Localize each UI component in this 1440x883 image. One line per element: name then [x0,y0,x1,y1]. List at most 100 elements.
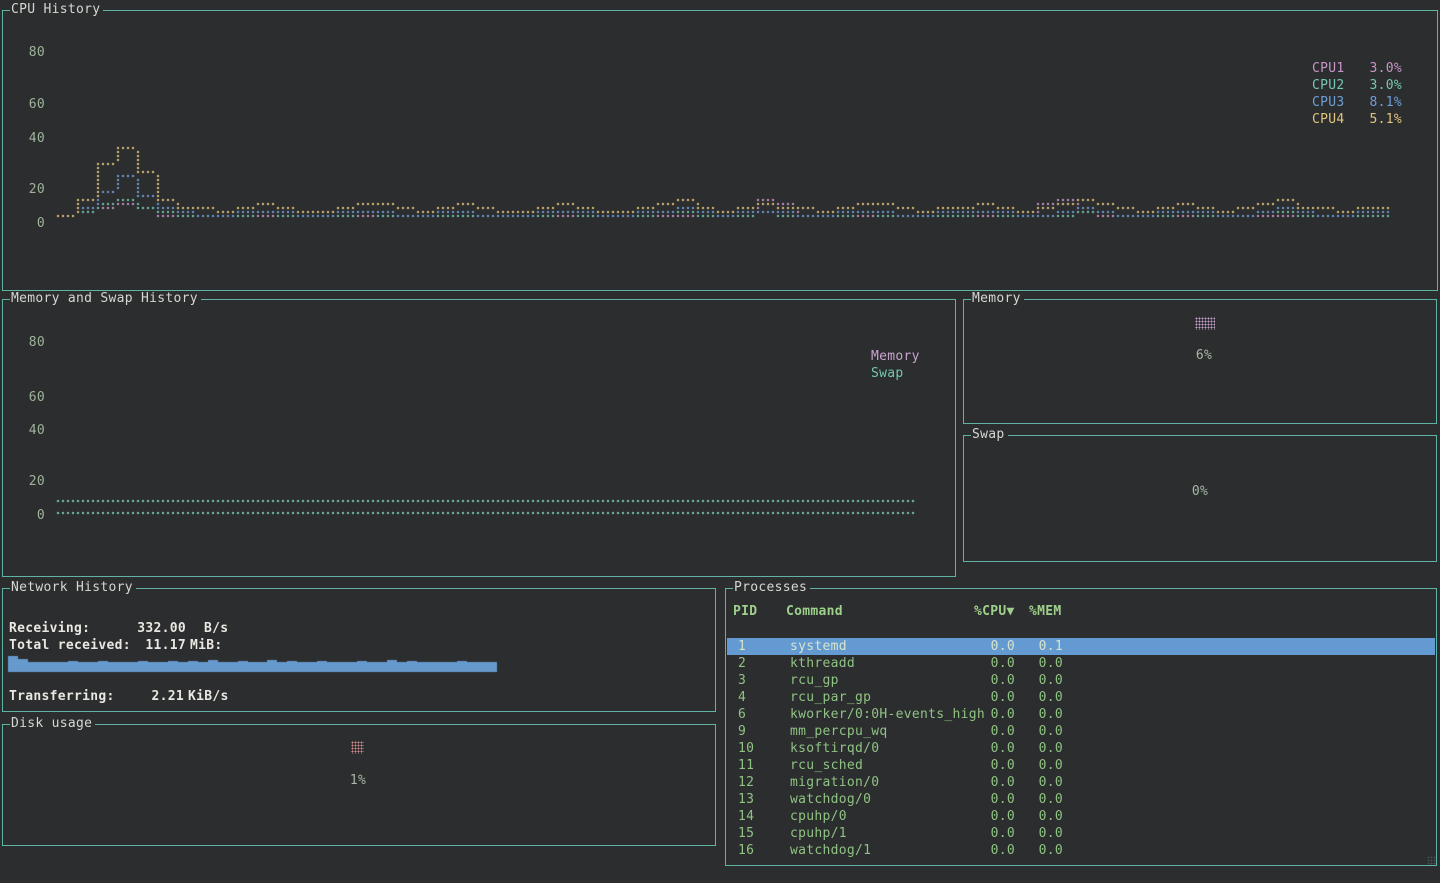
processes-title: Processes [733,580,810,595]
cpu-ytick-80: 80 [19,45,45,60]
process-command: cpuhp/1 [790,826,847,841]
process-command: ksoftirqd/0 [790,741,879,756]
cpu-legend-value: 8.1% [1369,95,1402,110]
process-row-cpuhp/1[interactable]: 15cpuhp/10.00.0 [727,825,1435,842]
process-row-rcu_par_gp[interactable]: 4 rcu_par_gp 0.00.0 [727,689,1435,706]
process-row-kthreadd[interactable]: 2kthreadd0.00.0 [727,655,1435,672]
process-command: watchdog/1 [790,843,871,858]
receiving-label: Receiving: [9,621,90,636]
process-command: watchdog/0 [790,792,871,807]
process-row-systemd[interactable]: 1 systemd 0.00.1 [727,638,1435,655]
memswap-ytick-20: 20 [19,474,45,489]
cpu-legend-cpu4: CPU4 5.1% [1312,112,1402,129]
total-received-value: 11.17 [106,638,186,653]
process-pid: 10 [738,741,754,756]
process-row-rcu_gp[interactable]: 3rcu_gp0.00.0 [727,672,1435,689]
process-cpu: 0.0 [967,724,1015,739]
process-mem: 0.1 [1017,639,1063,654]
process-row-ksoftirqd/0[interactable]: 10ksoftirqd/00.00.0 [727,740,1435,757]
swap-title: Swap [971,427,1008,442]
process-cpu: 0.0 [967,843,1015,858]
process-cpu: 0.0 [967,690,1015,705]
process-cpu: 0.0 [967,639,1015,654]
process-cpu: 0.0 [967,673,1015,688]
disk-percent: 1% [336,773,380,788]
process-mem: 0.0 [1017,673,1063,688]
process-command: rcu_par_gp [790,690,871,705]
process-command: kthreadd [790,656,855,671]
cpu-legend-value: 5.1% [1369,112,1402,127]
column-header-pid[interactable]: PID [733,604,757,619]
memswap-ytick-40: 40 [19,423,45,438]
process-cpu: 0.0 [967,758,1015,773]
swap-percent: 0% [1178,484,1222,499]
process-pid: 6 [738,707,746,722]
process-pid: 11 [738,758,754,773]
memswap-legend-swap: Swap [871,366,904,381]
processes-panel: Processes PID Command %CPU▼ %MEM 1system… [725,588,1437,866]
cpu-legend-label: CPU1 [1312,61,1345,76]
process-mem: 0.0 [1017,826,1063,841]
memory-swap-history-chart [3,300,955,576]
receiving-value: 332.00 [106,621,186,636]
cpu-ytick-0: 0 [19,216,45,231]
process-row-watchdog/0[interactable]: 13watchdog/00.00.0 [727,791,1435,808]
process-row-migration/0[interactable]: 12migration/00.00.0 [727,774,1435,791]
process-pid: 3 [738,673,746,688]
process-row-kworker/0:0H-events_high[interactable]: 6kworker/0:0H-events_high0.00.0 [727,706,1435,723]
process-mem: 0.0 [1017,809,1063,824]
resize-grip-icon[interactable] [1427,856,1436,865]
transferring-value: 2.21 [106,689,184,704]
process-row-rcu_sched[interactable]: 11rcu_sched0.00.0 [727,757,1435,774]
process-pid: 14 [738,809,754,824]
memswap-ytick-0: 0 [19,508,45,523]
process-mem: 0.0 [1017,707,1063,722]
transferring-label: Transferring: [9,689,115,704]
cpu-legend-label: CPU4 [1312,112,1345,127]
column-header-command[interactable]: Command [786,604,843,619]
memswap-ytick-80: 80 [19,335,45,350]
process-pid: 1 [738,639,746,654]
process-pid: 12 [738,775,754,790]
cpu-history-panel: CPU History 806040200 CPU13.0%CPU23.0%CP… [2,10,1438,291]
process-mem: 0.0 [1017,792,1063,807]
process-pid: 13 [738,792,754,807]
process-pid: 9 [738,724,746,739]
process-command: rcu_sched [790,758,863,773]
total-received-unit: MiB: [190,638,223,653]
process-cpu: 0.0 [967,656,1015,671]
process-row-cpuhp/0[interactable]: 14cpuhp/00.00.0 [727,808,1435,825]
memory-title: Memory [971,291,1024,306]
cpu-history-chart [3,11,1437,290]
cpu-legend-cpu3: CPU3 8.1% [1312,95,1402,112]
process-pid: 4 [738,690,746,705]
process-pid: 2 [738,656,746,671]
memory-panel: Memory 6% [963,299,1437,424]
cpu-legend-label: CPU3 [1312,95,1345,110]
column-header-cpu[interactable]: %CPU▼ [974,604,1015,619]
cpu-ytick-40: 40 [19,131,45,146]
cpu-ytick-60: 60 [19,97,45,112]
process-pid: 16 [738,843,754,858]
cpu-legend-cpu2: CPU23.0% [1312,78,1402,95]
memswap-ytick-60: 60 [19,390,45,405]
process-row-watchdog/1[interactable]: 16watchdog/10.00.0 [727,842,1435,859]
process-command: systemd [790,639,847,654]
process-cpu: 0.0 [967,826,1015,841]
process-mem: 0.0 [1017,724,1063,739]
process-row-mm_percpu_wq[interactable]: 9 mm_percpu_wq 0.00.0 [727,723,1435,740]
process-command: kworker/0:0H-events_high [790,707,985,722]
column-header-mem[interactable]: %MEM [1029,604,1062,619]
network-history-panel: Network History Receiving: 332.00 B/s To… [2,588,716,712]
disk-usage-pie-icon [351,741,364,754]
process-mem: 0.0 [1017,690,1063,705]
process-command: cpuhp/0 [790,809,847,824]
process-mem: 0.0 [1017,775,1063,790]
transferring-unit: KiB/s [188,689,229,704]
process-command: mm_percpu_wq [790,724,888,739]
cpu-legend-value: 3.0% [1369,61,1402,76]
process-command: migration/0 [790,775,879,790]
receiving-unit: B/s [204,621,228,636]
cpu-ytick-20: 20 [19,182,45,197]
memswap-legend-memory: Memory [871,349,920,364]
